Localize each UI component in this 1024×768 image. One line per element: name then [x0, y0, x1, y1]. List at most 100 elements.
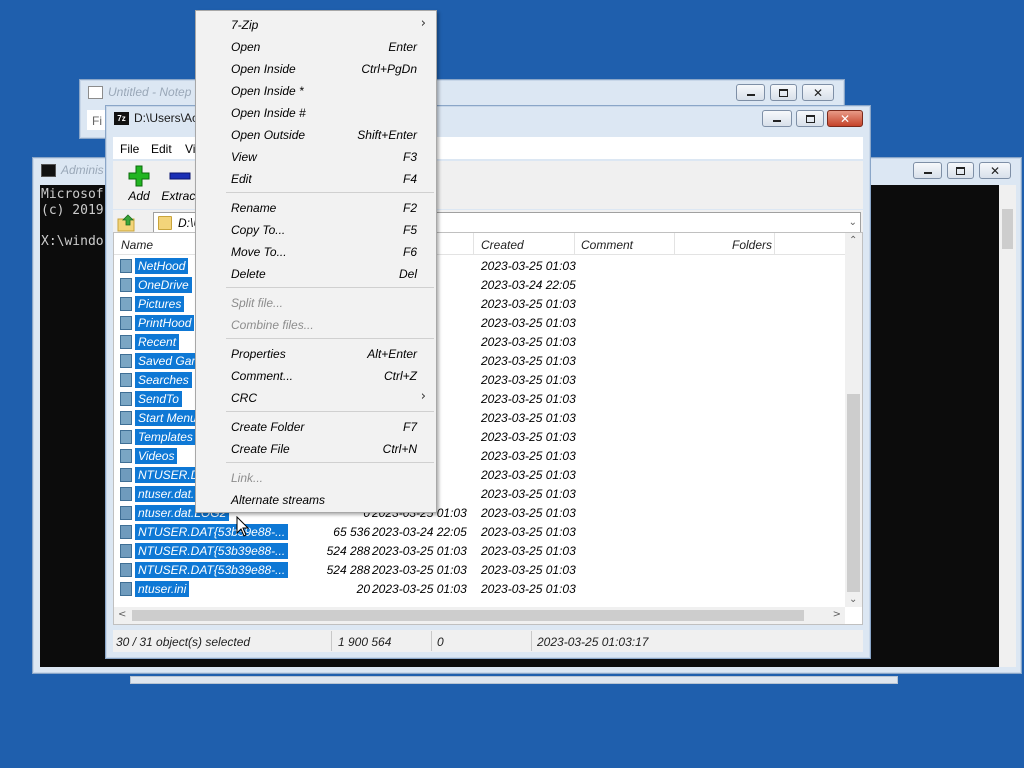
- column-comment[interactable]: Comment: [581, 238, 633, 252]
- chevron-right-icon: ›: [420, 389, 426, 404]
- cmd-scrollbar[interactable]: [999, 185, 1016, 667]
- menu-edit[interactable]: Edit: [151, 142, 172, 156]
- menu-item-copy-to[interactable]: Copy To... F5: [198, 218, 434, 240]
- cmd-minimize-button[interactable]: [913, 162, 942, 179]
- row-size: 65 536: [333, 525, 370, 539]
- menu-item-open-inside[interactable]: Open Inside Ctrl+PgDn: [198, 57, 434, 79]
- mouse-cursor-icon: [236, 516, 250, 537]
- menu-item-shortcut: F5: [402, 223, 417, 237]
- file-icon: [120, 563, 132, 577]
- menu-item-delete[interactable]: Delete Del: [198, 262, 434, 284]
- row-size: 524 288: [326, 544, 370, 558]
- scroll-down-icon[interactable]: ⌄: [849, 594, 857, 605]
- status-divider: [331, 631, 332, 651]
- menu-item-open-inside[interactable]: Open Inside *: [198, 79, 434, 101]
- notepad-menu-file[interactable]: Fi: [92, 114, 102, 128]
- minimize-icon: [923, 172, 932, 174]
- row-name: Start Menu: [135, 410, 200, 426]
- row-name: ntuser.ini: [135, 581, 190, 597]
- folder-icon: [120, 373, 132, 387]
- vertical-scroll-thumb[interactable]: [847, 394, 860, 592]
- chevron-right-icon: ›: [420, 16, 426, 31]
- menu-file[interactable]: File: [120, 142, 139, 156]
- column-name[interactable]: Name: [121, 238, 153, 252]
- row-size: 524 288: [326, 563, 370, 577]
- row-created: 2023-03-25 01:03: [481, 430, 576, 444]
- column-divider: [473, 233, 474, 255]
- menu-item-crc[interactable]: CRC ›: [198, 386, 434, 408]
- folder-up-icon[interactable]: [117, 213, 137, 233]
- column-divider: [574, 233, 575, 255]
- file-icon: [120, 468, 132, 482]
- menu-item-label: Split file...: [231, 296, 284, 310]
- menu-item-shortcut: F2: [402, 201, 417, 215]
- row-created: 2023-03-25 01:03: [481, 373, 576, 387]
- notepad-maximize-button[interactable]: [770, 84, 797, 101]
- menu-item-comment[interactable]: Comment... Ctrl+Z: [198, 364, 434, 386]
- menu-item-open-inside[interactable]: Open Inside #: [198, 101, 434, 123]
- menu-item-link: Link...: [198, 466, 434, 488]
- 7zip-close-button[interactable]: ✕: [827, 110, 863, 127]
- menu-item-label: View: [231, 150, 257, 164]
- scroll-left-icon[interactable]: <: [118, 609, 126, 620]
- table-row[interactable]: NTUSER.DAT{53b39e88-... 65 536 2023-03-24 …: [114, 522, 844, 541]
- menu-item-view[interactable]: View F3: [198, 145, 434, 167]
- cmd-scroll-thumb[interactable]: [1002, 209, 1013, 249]
- menu-item-shortcut: Enter: [388, 40, 417, 54]
- file-icon: [120, 544, 132, 558]
- row-modified: 2023-03-25 01:03: [372, 582, 467, 596]
- 7zip-maximize-button[interactable]: [796, 110, 824, 127]
- notepad-title: Untitled - Notep: [108, 85, 192, 99]
- column-divider: [774, 233, 775, 255]
- menu-item-label: Edit: [231, 172, 252, 186]
- horizontal-scroll-thumb[interactable]: [132, 610, 804, 621]
- status-selected: 30 / 31 object(s) selected: [116, 635, 251, 649]
- row-created: 2023-03-25 01:03: [481, 297, 576, 311]
- menu-item-create-folder[interactable]: Create Folder F7: [198, 415, 434, 437]
- horizontal-scrollbar[interactable]: < >: [114, 607, 845, 624]
- menu-item-open[interactable]: Open Enter: [198, 35, 434, 57]
- row-created: 2023-03-25 01:03: [481, 316, 576, 330]
- row-created: 2023-03-25 01:03: [481, 506, 576, 520]
- vertical-scrollbar[interactable]: ⌃ ⌄: [845, 233, 862, 607]
- menu-item-label: Open Inside #: [231, 106, 306, 120]
- 7zip-minimize-button[interactable]: [762, 110, 792, 127]
- menu-item-shortcut: Ctrl+N: [382, 442, 417, 456]
- cmd-maximize-button[interactable]: [947, 162, 974, 179]
- folder-icon: [120, 259, 132, 273]
- menu-item-properties[interactable]: Properties Alt+Enter: [198, 342, 434, 364]
- row-created: 2023-03-25 01:03: [481, 335, 576, 349]
- menu-item-create-file[interactable]: Create File Ctrl+N: [198, 437, 434, 459]
- plus-icon: [121, 163, 157, 189]
- column-created[interactable]: Created: [481, 238, 524, 252]
- minimize-icon: [746, 94, 755, 96]
- column-folders[interactable]: Folders: [732, 238, 772, 252]
- status-date: 2023-03-25 01:03:17: [537, 635, 649, 649]
- scroll-right-icon[interactable]: >: [833, 609, 841, 620]
- scroll-up-icon[interactable]: ⌃: [849, 235, 857, 246]
- add-button[interactable]: Add: [121, 163, 157, 203]
- table-row[interactable]: NTUSER.DAT{53b39e88-... 524 288 2023-03-25…: [114, 541, 844, 560]
- chevron-down-icon[interactable]: ⌄: [849, 217, 857, 228]
- row-created: 2023-03-25 01:03: [481, 487, 576, 501]
- menu-item-edit[interactable]: Edit F4: [198, 167, 434, 189]
- menu-item-label: Combine files...: [231, 318, 314, 332]
- menu-item-open-outside[interactable]: Open Outside Shift+Enter: [198, 123, 434, 145]
- notepad-close-button[interactable]: ✕: [802, 84, 834, 101]
- menu-item-shortcut: F6: [402, 245, 417, 259]
- menu-view[interactable]: Vi: [185, 142, 195, 156]
- cmd-close-button[interactable]: ✕: [979, 162, 1011, 179]
- row-created: 2023-03-25 01:03: [481, 411, 576, 425]
- menu-item-move-to[interactable]: Move To... F6: [198, 240, 434, 262]
- menu-separator: [226, 287, 434, 288]
- menu-item-alternate-streams[interactable]: Alternate streams: [198, 488, 434, 510]
- menu-item-label: 7-Zip: [231, 18, 259, 32]
- row-created: 2023-03-25 01:03: [481, 354, 576, 368]
- menu-separator: [226, 462, 434, 463]
- menu-item-7-zip[interactable]: 7-Zip ›: [198, 13, 434, 35]
- table-row[interactable]: ntuser.ini 20 2023-03-25 01:03 2023-03-25 0…: [114, 579, 844, 598]
- table-row[interactable]: NTUSER.DAT{53b39e88-... 524 288 2023-03-25…: [114, 560, 844, 579]
- menu-item-combine-files: Combine files...: [198, 313, 434, 335]
- menu-item-rename[interactable]: Rename F2: [198, 196, 434, 218]
- notepad-minimize-button[interactable]: [736, 84, 765, 101]
